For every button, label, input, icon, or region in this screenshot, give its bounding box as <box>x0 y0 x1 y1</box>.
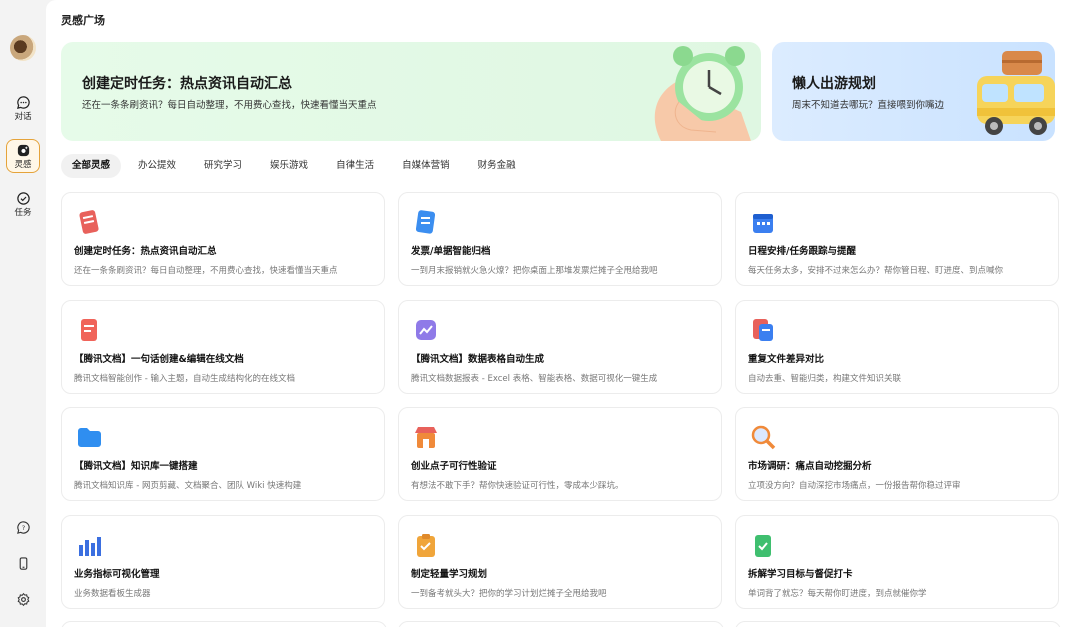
inspiration-card[interactable]: 重复文件差异对比自动去重、智能归类，构建文件知识关联 <box>735 299 1059 394</box>
banner-desc: 还在一条条刷资讯？每日自动整理，不用费心查找，快速看懂当天重点 <box>82 100 377 111</box>
compare-icon <box>753 318 773 341</box>
tab-media-marketing[interactable]: 自媒体营销 <box>391 154 461 178</box>
banner-desc: 周末不知道去哪玩？直接喂到你嘴边 <box>792 100 945 111</box>
bar-chart-icon <box>79 536 101 556</box>
calendar-icon <box>753 214 773 233</box>
card-desc: 有想法不敢下手？帮你快速验证可行性，零成本少踩坑。 <box>411 481 624 491</box>
inspiration-card[interactable]: 日程安排/任务跟踪与提醒每天任务太多，安排不过来怎么办？帮你管日程、盯进度、到点… <box>735 192 1059 286</box>
card-desc: 单词背了就忘？每天帮你盯进度，到点就催你学 <box>748 588 927 599</box>
settings-icon[interactable] <box>15 591 31 607</box>
inspiration-icon <box>15 142 31 158</box>
inspiration-card[interactable]: 【腾讯文档】一句话创建&编辑在线文档腾讯文档智能创作 - 输入主题，自动生成结构… <box>61 299 385 394</box>
sidebar-item-label: 对话 <box>14 112 32 122</box>
card-title: 【腾讯文档】知识库一键搭建 <box>74 461 198 472</box>
card-title: 发票/单据智能归档 <box>411 246 491 257</box>
sidebar-item-chat[interactable]: 对话 <box>6 91 40 125</box>
card-desc: 还在一条条刷资讯？每日自动整理，不用费心查找，快速看懂当天重点 <box>74 266 338 276</box>
card-title: 制定轻量学习规划 <box>411 568 488 580</box>
page-title: 灵感广场 <box>61 14 105 27</box>
sidebar-item-task[interactable]: 任务 <box>6 187 40 221</box>
inspiration-card[interactable]: 创业点子可行性验证有想法不敢下手？帮你快速验证可行性，零成本少踩坑。 <box>398 407 722 501</box>
sidebar: 对话 灵感 任务 ? <box>0 0 46 627</box>
next-row-hint <box>61 621 1061 627</box>
chat-icon <box>15 94 31 110</box>
banner-travel-plan[interactable]: 懒人出游规划 周末不知道去哪玩？直接喂到你嘴边 <box>772 42 1055 141</box>
card-desc: 立项没方向？自动深挖市场痛点，一份报告帮你稳过评审 <box>748 481 961 491</box>
card-desc: 腾讯文档智能创作 - 输入主题，自动生成结构化的在线文档 <box>74 373 295 384</box>
card-desc: 一到备考就头大？把你的学习计划烂摊子全甩给我吧 <box>411 588 607 599</box>
tab-finance[interactable]: 财务金融 <box>467 154 527 178</box>
card-title: 日程安排/任务跟踪与提醒 <box>748 246 856 257</box>
folder-icon <box>78 428 101 447</box>
doc-icon <box>81 318 97 341</box>
sidebar-item-label: 任务 <box>14 208 32 218</box>
phone-icon[interactable] <box>15 555 31 571</box>
inspiration-card[interactable]: 制定轻量学习规划一到备考就头大？把你的学习计划烂摊子全甩给我吧 <box>398 514 722 609</box>
card-desc: 自动去重、智能归类，构建文件知识关联 <box>748 373 902 384</box>
inspiration-card[interactable]: 拆解学习目标与督促打卡单词背了就忘？每天帮你盯进度，到点就催你学 <box>735 514 1059 609</box>
sidebar-item-inspiration[interactable]: 灵感 <box>6 139 40 173</box>
avatar[interactable] <box>10 35 36 61</box>
card-desc: 腾讯文档知识库 - 网页剪藏、文档聚合、团队 Wiki 快速构建 <box>74 481 302 491</box>
inspiration-card[interactable]: 发票/单据智能归档一到月末报销就火急火燎？把你桌面上那堆发票烂摊子全甩给我吧 <box>398 192 722 286</box>
card-title: 重复文件差异对比 <box>748 353 825 365</box>
category-tabs: 全部灵感 办公提效 研究学习 娱乐游戏 自律生活 自媒体营销 财务金融 <box>61 154 527 178</box>
banner-title: 创建定时任务：热点资讯自动汇总 <box>82 76 292 92</box>
help-icon[interactable]: ? <box>15 519 31 535</box>
card-title: 业务指标可视化管理 <box>74 568 160 580</box>
sidebar-item-label: 灵感 <box>14 160 32 170</box>
svg-text:?: ? <box>21 523 25 531</box>
tab-self-discipline[interactable]: 自律生活 <box>325 154 385 178</box>
chart-icon <box>416 319 436 340</box>
inspiration-card[interactable]: 业务指标可视化管理 业务数据看板生成器 <box>61 514 385 609</box>
card-title: 【腾讯文档】数据表格自动生成 <box>411 353 545 365</box>
card-title: 拆解学习目标与督促打卡 <box>748 568 853 580</box>
card-desc: 腾讯文档数据报表 - Excel 表格、智能表格、数据可视化一键生成 <box>411 373 658 384</box>
card-desc: 每天任务太多，安排不过来怎么办？帮你管日程、盯进度、到点喊你 <box>748 266 1004 276</box>
inspiration-card[interactable]: 创建定时任务：热点资讯自动汇总还在一条条刷资讯？每日自动整理，不用费心查找，快速… <box>61 192 385 286</box>
card-title: 市场调研：痛点自动挖掘分析 <box>748 461 872 472</box>
magnifier-icon <box>751 425 776 450</box>
card-desc: 一到月末报销就火急火燎？把你桌面上那堆发票烂摊子全甩给我吧 <box>411 266 658 276</box>
main-panel: 灵感广场 创建定时任务：热点资讯自动汇总 还在一条条刷资讯？每日自动整理，不用费… <box>46 0 1080 627</box>
alarm-clock-icon <box>654 46 751 141</box>
card-title: 创建定时任务：热点资讯自动汇总 <box>74 246 217 257</box>
card-desc: 业务数据看板生成器 <box>74 588 151 599</box>
card-title: 【腾讯文档】一句话创建&编辑在线文档 <box>74 353 244 365</box>
task-check-icon <box>15 190 31 206</box>
shop-icon <box>415 427 437 448</box>
tab-all[interactable]: 全部灵感 <box>61 154 122 178</box>
clipboard-icon <box>417 533 435 557</box>
card-title: 创业点子可行性验证 <box>411 461 497 472</box>
inspiration-card[interactable]: 【腾讯文档】知识库一键搭建腾讯文档知识库 - 网页剪藏、文档聚合、团队 Wiki… <box>61 407 385 501</box>
travel-van-icon <box>977 51 1055 135</box>
news-icon <box>79 210 99 234</box>
tab-research[interactable]: 研究学习 <box>193 154 253 178</box>
tab-office[interactable]: 办公提效 <box>127 154 187 178</box>
invoice-icon <box>415 210 436 234</box>
banner-title: 懒人出游规划 <box>792 76 876 92</box>
tab-entertainment[interactable]: 娱乐游戏 <box>259 154 319 178</box>
checkin-icon <box>755 534 771 557</box>
inspiration-card[interactable]: 市场调研：痛点自动挖掘分析立项没方向？自动深挖市场痛点，一份报告帮你稳过评审 <box>735 407 1059 501</box>
inspiration-card[interactable]: 【腾讯文档】数据表格自动生成腾讯文档数据报表 - Excel 表格、智能表格、数… <box>398 299 722 394</box>
banner-scheduled-task[interactable]: 创建定时任务：热点资讯自动汇总 还在一条条刷资讯？每日自动整理，不用费心查找，快… <box>61 42 761 141</box>
